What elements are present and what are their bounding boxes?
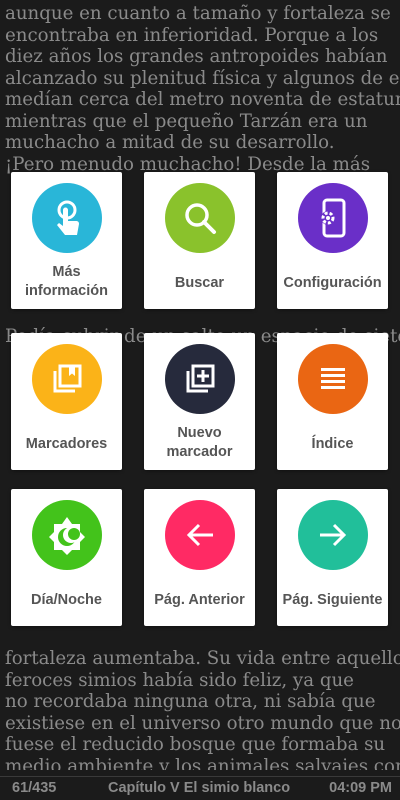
index-label: Índice [311, 436, 354, 452]
reader-line: existiese en el universo otro mundo que … [5, 712, 400, 734]
previous-page-button[interactable]: Pág. Anterior [144, 489, 255, 626]
chapter-title: Capítulo V El simio blanco [108, 780, 291, 796]
arrow-right-icon [297, 500, 368, 570]
add-bookmark-icon [164, 344, 235, 414]
bookmarks-button[interactable]: Marcadores [11, 333, 122, 470]
new-bookmark-button[interactable]: Nuevo marcador [144, 333, 255, 470]
reader-line: no recordaba ninguna otra, ni sabía que [5, 691, 376, 712]
search-icon [164, 183, 235, 253]
more-info-button[interactable]: Más información [11, 172, 122, 309]
search-label: Buscar [174, 275, 225, 291]
reader-line: fuese el reducido bosque que formaba su [5, 734, 386, 755]
next-page-label: Pág. Siguiente [282, 592, 383, 608]
status-bar: 61/435 Capítulo V El simio blanco 04:09 … [0, 776, 400, 800]
reader-line: mientras que el pequeño Tarzán era un [5, 110, 368, 132]
reader-line: muchacho a mitad de su desarrollo. [5, 132, 335, 153]
previous-page-label: Pág. Anterior [154, 592, 245, 608]
reader-line: medio ambiente y los animales salvajes c… [5, 755, 400, 771]
reader-line: diez años los grandes antropoides habían [5, 46, 388, 67]
clock-time: 04:09 PM [329, 780, 392, 796]
reader-line: aunque en cuanto a tamaño y fortaleza se [5, 3, 391, 24]
list-icon [297, 344, 368, 414]
day-night-button[interactable]: Día/Noche [11, 489, 122, 626]
reader-line: alcanzado su plenitud física y algunos d… [5, 67, 400, 89]
reader-line: encontraba en inferioridad. Porque a los [5, 24, 379, 46]
bookmarks-icon [31, 344, 102, 414]
reader-line [5, 627, 400, 649]
reader-line: feroces simios había sido feliz, ya que [5, 669, 354, 691]
phone-settings-icon [297, 183, 368, 253]
touch-icon [31, 183, 102, 253]
reader-line: fortaleza aumentaba. Su vida entre aquel… [5, 648, 400, 669]
more-info-label: Más información [25, 264, 108, 299]
new-bookmark-label: Nuevo marcador [166, 425, 233, 460]
page-counter: 61/435 [12, 780, 57, 796]
settings-button[interactable]: Configuración [277, 172, 388, 309]
arrow-left-icon [164, 500, 235, 570]
search-button[interactable]: Buscar [144, 172, 255, 309]
reader-line: medían cerca del metro noventa de estatu… [5, 89, 400, 110]
next-page-button[interactable]: Pág. Siguiente [277, 489, 388, 626]
day-night-icon [31, 500, 102, 570]
day-night-label: Día/Noche [31, 592, 102, 608]
settings-label: Configuración [283, 275, 382, 291]
bookmarks-label: Marcadores [25, 436, 108, 452]
index-button[interactable]: Índice [277, 333, 388, 470]
